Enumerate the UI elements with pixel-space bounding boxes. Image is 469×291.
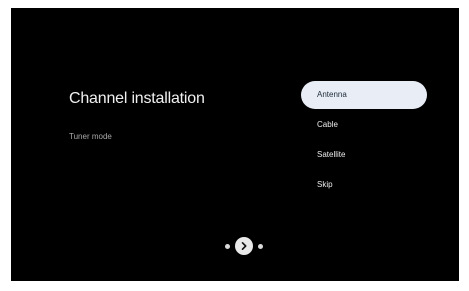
tuner-mode-options: Antenna Cable Satellite Skip [301,81,427,201]
page-title: Channel installation [69,90,205,107]
page-subtitle: Tuner mode [69,132,112,141]
chevron-right-icon [241,242,247,250]
option-skip[interactable]: Skip [301,171,427,199]
pager [225,236,263,256]
next-button[interactable] [235,237,253,255]
tv-screen: Channel installation Tuner mode Antenna … [11,8,459,281]
option-cable[interactable]: Cable [301,111,427,139]
pager-dot-previous [225,243,230,249]
option-satellite[interactable]: Satellite [301,141,427,169]
option-antenna[interactable]: Antenna [301,81,427,109]
pager-dot-next [258,243,263,249]
